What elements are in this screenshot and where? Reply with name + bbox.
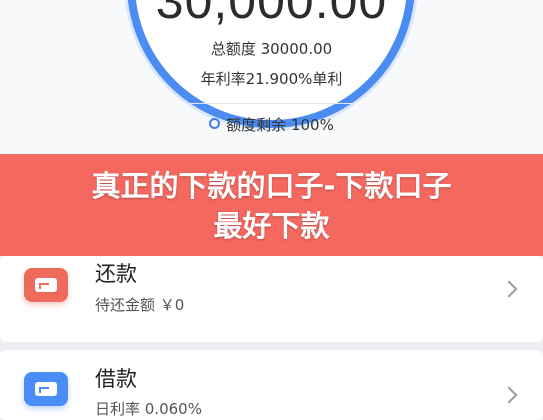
borrow-card[interactable]: 借款 日利率 0.060% bbox=[0, 350, 543, 420]
circle-dot-icon bbox=[209, 118, 221, 129]
repay-card[interactable]: 还款 待还金额 ￥0 bbox=[0, 256, 543, 342]
borrow-title: 借款 bbox=[95, 367, 137, 391]
borrow-icon bbox=[24, 372, 68, 406]
repay-amount: 待还金额 ￥0 bbox=[95, 296, 185, 314]
title-banner: 真正的下款的口子-下款口子 最好下款 bbox=[0, 154, 543, 256]
banner-title: 真正的下款的口子-下款口子 最好下款 bbox=[0, 166, 543, 246]
remaining-quota-label: 额度剩余 100% bbox=[226, 116, 334, 134]
borrow-rate: 日利率 0.060% bbox=[95, 400, 202, 418]
quota-amount: 30,000.00 bbox=[155, 0, 388, 29]
divider bbox=[190, 103, 353, 104]
banner-title-line-1: 真正的下款的口子-下款口子 bbox=[91, 169, 452, 203]
total-quota-text: 总额度 30000.00 bbox=[210, 40, 333, 58]
chevron-right-icon bbox=[500, 280, 518, 298]
quota-panel: 30,000.00 总额度 30000.00 年利率21.900%单利 额度剩余… bbox=[0, 0, 543, 165]
banner-title-line-2: 最好下款 bbox=[213, 209, 330, 243]
annual-rate-text: 年利率21.900%单利 bbox=[200, 70, 343, 88]
repay-title: 还款 bbox=[95, 262, 137, 286]
remaining-quota: 额度剩余 100% bbox=[0, 114, 543, 135]
repay-icon bbox=[24, 268, 68, 302]
chevron-right-icon bbox=[500, 386, 518, 404]
